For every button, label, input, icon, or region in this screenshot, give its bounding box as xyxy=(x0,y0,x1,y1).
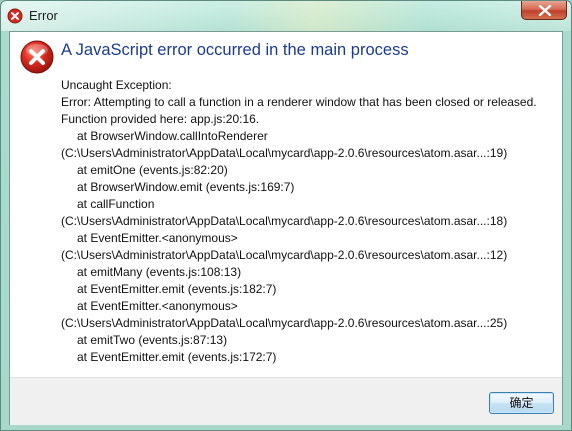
ok-button[interactable]: 确定 xyxy=(489,392,554,414)
main-instruction: A JavaScript error occurred in the main … xyxy=(61,41,409,59)
stack-frame-path: (C:\Users\Administrator\AppData\Local\my… xyxy=(61,248,508,262)
stack-frame: at BrowserWindow.callIntoRenderer xyxy=(77,129,268,143)
stack-frame-path: (C:\Users\Administrator\AppData\Local\my… xyxy=(61,316,508,330)
stack-frame: at emitTwo (events.js:87:13) xyxy=(77,333,228,347)
stack-frame: at callFunction xyxy=(77,197,155,211)
close-icon xyxy=(538,5,552,16)
error-icon xyxy=(7,8,23,24)
stack-frame: at BrowserWindow.emit (events.js:169:7) xyxy=(77,180,295,194)
message-line: Uncaught Exception: xyxy=(61,78,172,92)
window-title: Error xyxy=(29,8,58,23)
stack-frame: at emitMany (events.js:108:13) xyxy=(77,265,242,279)
stack-frame: at EventEmitter.<anonymous> xyxy=(77,299,238,313)
stack-frame-path: (C:\Users\Administrator\AppData\Local\my… xyxy=(61,146,508,160)
error-message: Uncaught Exception: Error: Attempting to… xyxy=(61,77,551,366)
dialog-footer: 确定 xyxy=(10,377,562,425)
dialog-client-area: A JavaScript error occurred in the main … xyxy=(9,31,563,425)
stack-frame: at EventEmitter.emit (events.js:172:7) xyxy=(77,350,277,364)
stack-frame: at EventEmitter.emit (events.js:182:7) xyxy=(77,282,277,296)
stack-frame: at emitOne (events.js:82:20) xyxy=(77,163,228,177)
title-bar[interactable]: Error xyxy=(1,1,571,31)
stack-frame-path: (C:\Users\Administrator\AppData\Local\my… xyxy=(61,214,508,228)
stack-frame: at EventEmitter.<anonymous> xyxy=(77,231,238,245)
error-icon xyxy=(20,40,54,74)
error-dialog-window: Error A JavaScript error occurred in the… xyxy=(0,0,572,431)
close-button[interactable] xyxy=(521,1,567,20)
message-line: Error: Attempting to call a function in … xyxy=(61,95,537,126)
